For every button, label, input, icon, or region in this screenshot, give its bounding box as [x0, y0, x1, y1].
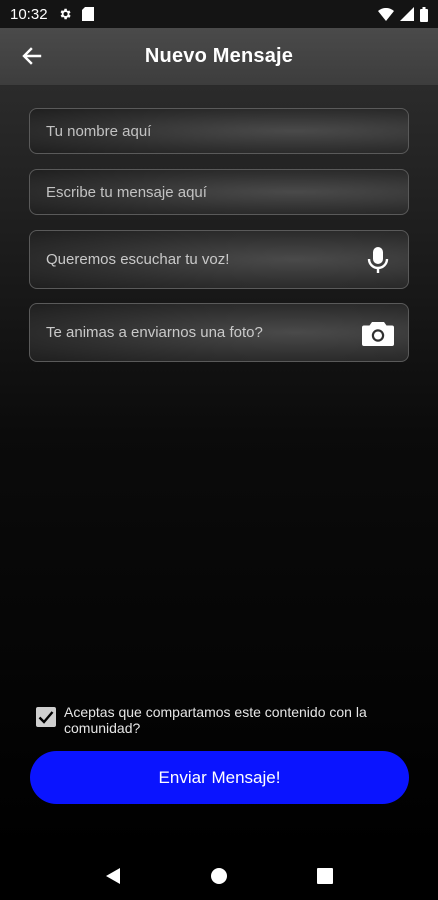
sim-card-icon — [81, 7, 94, 21]
name-input[interactable] — [46, 122, 392, 140]
consent-row: Aceptas que compartamos este contenido c… — [36, 704, 416, 736]
voice-field: Queremos escuchar tu voz! — [29, 230, 409, 289]
voice-field-label: Queremos escuchar tu voz! — [46, 251, 230, 268]
send-button-label: Enviar Mensaje! — [158, 767, 281, 787]
status-left: 10:32 — [10, 6, 94, 23]
signal-icon — [400, 7, 414, 21]
photo-field-label: Te animas a enviarnos una foto? — [46, 324, 263, 341]
photo-field: Te animas a enviarnos una foto? — [29, 303, 409, 362]
consent-label: Aceptas que compartamos este contenido c… — [64, 704, 367, 736]
message-input[interactable] — [46, 183, 392, 201]
nav-recents-button[interactable] — [305, 858, 345, 898]
camera-icon[interactable] — [362, 317, 394, 349]
page-title: Nuevo Mensaje — [144, 45, 294, 67]
message-field — [29, 169, 409, 215]
home-circle-icon — [210, 867, 228, 890]
recents-square-icon — [317, 867, 333, 889]
status-bar: 10:32 — [0, 0, 438, 28]
arrow-left-icon — [22, 46, 42, 71]
name-field — [29, 108, 409, 154]
send-message-button[interactable]: Enviar Mensaje! — [30, 751, 409, 804]
nav-home-button[interactable] — [199, 858, 239, 898]
status-right — [378, 6, 428, 22]
microphone-icon[interactable] — [362, 244, 394, 276]
consent-checkbox[interactable] — [36, 707, 56, 727]
wifi-icon — [378, 7, 394, 21]
back-triangle-icon — [105, 867, 121, 890]
status-time: 10:32 — [10, 5, 48, 23]
battery-icon — [420, 6, 428, 22]
message-form: Queremos escuchar tu voz! Te animas a en… — [0, 86, 438, 856]
system-nav-bar — [0, 856, 438, 900]
app-bar: Nuevo Mensaje — [0, 28, 438, 86]
gear-icon — [58, 7, 72, 21]
nav-back-button[interactable] — [93, 858, 133, 898]
back-button[interactable] — [14, 40, 50, 76]
